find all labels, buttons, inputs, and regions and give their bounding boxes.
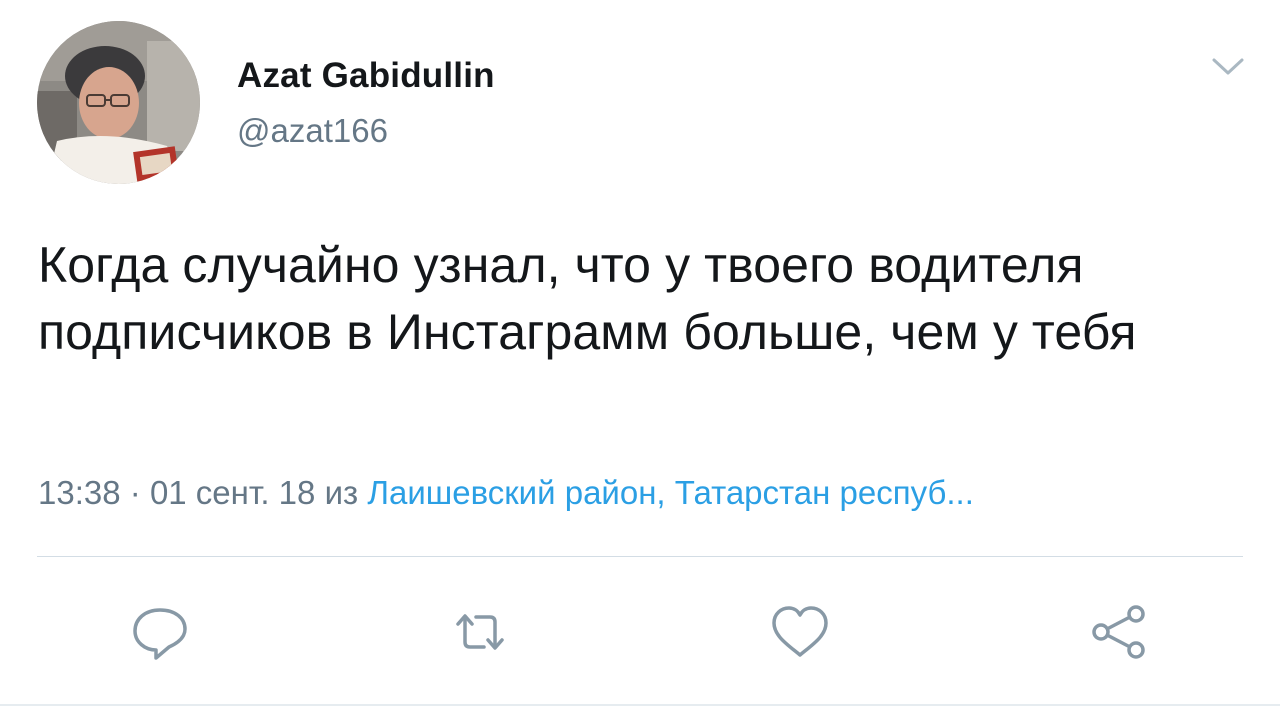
tweet-text: Когда случайно узнал, что у твоего водит… bbox=[38, 237, 1137, 360]
tweet-card: Azat Gabidullin @azat166 Когда случайно … bbox=[0, 0, 1280, 709]
reply-icon bbox=[133, 608, 187, 660]
tweet-time: 13:38 bbox=[38, 474, 121, 511]
bottom-border bbox=[0, 704, 1280, 706]
meta-separator: · bbox=[129, 474, 141, 511]
tweet-meta: 13:38 · 01 сент. 18 из Лаишевский район,… bbox=[38, 474, 974, 512]
divider bbox=[37, 556, 1243, 557]
retweet-button[interactable] bbox=[448, 600, 512, 664]
tweet-location-link[interactable]: Лаишевский район, Татарстан респуб... bbox=[367, 474, 974, 511]
tweet-date: 01 сент. 18 bbox=[149, 474, 316, 511]
like-icon bbox=[772, 606, 828, 657]
share-button[interactable] bbox=[1088, 600, 1152, 664]
retweet-icon bbox=[456, 614, 504, 650]
from-word: из bbox=[324, 474, 359, 511]
chevron-down-icon[interactable] bbox=[1208, 52, 1248, 82]
share-icon bbox=[1092, 605, 1145, 659]
avatar-image bbox=[37, 21, 200, 184]
like-button[interactable] bbox=[768, 600, 832, 664]
reply-button[interactable] bbox=[128, 600, 192, 664]
avatar[interactable] bbox=[37, 21, 200, 184]
author-name[interactable]: Azat Gabidullin bbox=[237, 56, 495, 96]
author-handle[interactable]: @azat166 bbox=[237, 112, 388, 150]
